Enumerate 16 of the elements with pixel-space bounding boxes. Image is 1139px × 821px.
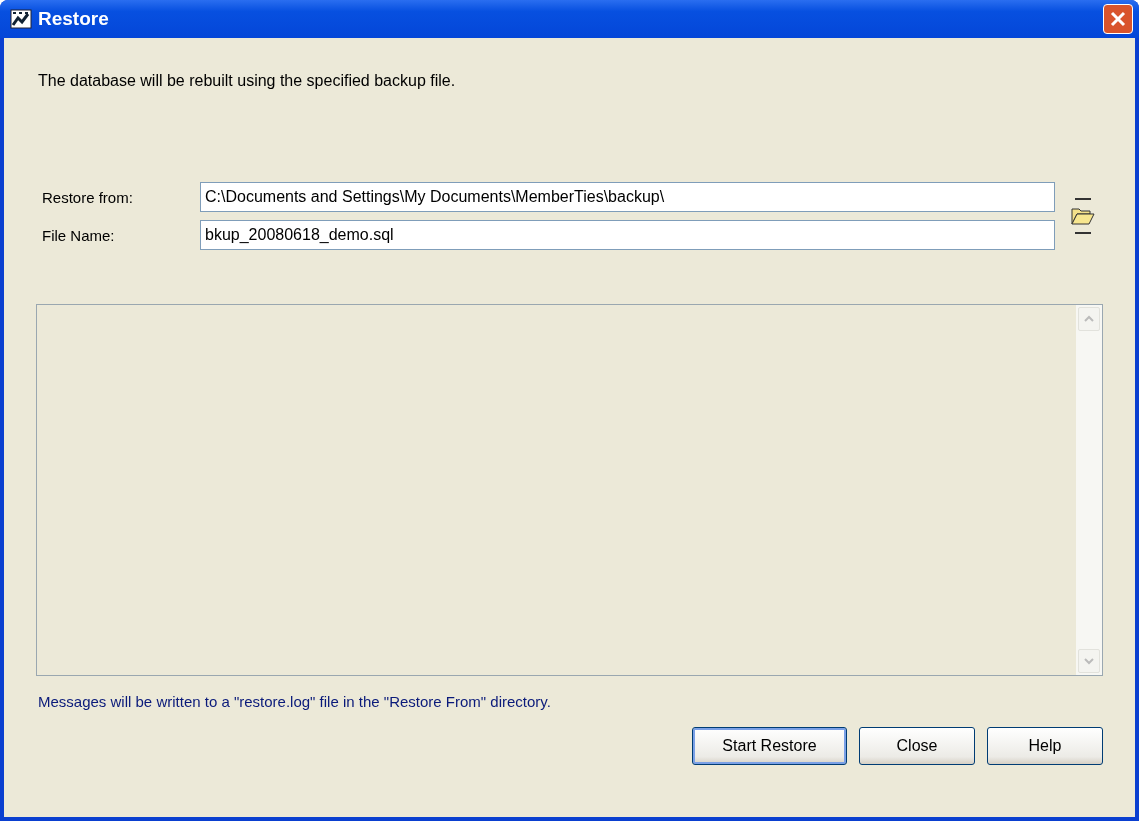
window-title: Restore: [38, 8, 110, 30]
scroll-up-icon: [1082, 314, 1096, 324]
description-text: The database will be rebuilt using the specified backup file.: [38, 72, 457, 90]
info-text: Messages will be written to a "restore.log" file in the "Restore From" directory.: [38, 693, 552, 710]
close-button[interactable]: [1103, 4, 1133, 34]
dialog-button[interactable]: Help: [987, 727, 1103, 765]
dialog-button[interactable]: Close: [859, 727, 975, 765]
input-field[interactable]: C:\Documents and Settings\My Documents\MemberTies\backup\: [200, 182, 1055, 212]
dialog-button[interactable]: Start Restore: [692, 727, 847, 765]
scroll-down-icon: [1082, 656, 1096, 666]
field-label: Restore from:: [42, 188, 134, 206]
folder-icon[interactable]: [1071, 206, 1095, 226]
close-icon: [1109, 10, 1127, 28]
field-label: File Name:: [42, 226, 116, 244]
input-field[interactable]: bkup_20080618_demo.sql: [200, 220, 1055, 250]
chart-icon: [10, 9, 32, 29]
